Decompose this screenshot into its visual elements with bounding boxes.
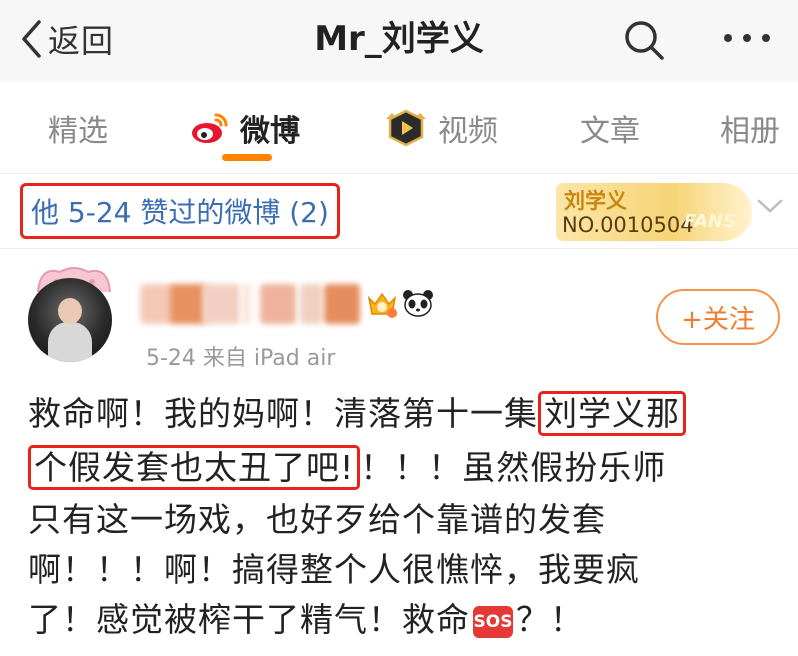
tab-weibo[interactable]: 微博 <box>190 104 300 152</box>
panda-icon <box>402 288 434 322</box>
top-nav-bar: 返回 Mr_刘学义 <box>0 0 798 82</box>
search-button[interactable] <box>622 18 666 66</box>
weibo-icon <box>192 113 228 143</box>
tab-articles[interactable]: 文章 <box>580 104 640 152</box>
post-line-2: 个假发套也太丑了吧! ！！！虽然假扮乐师 <box>28 445 667 490</box>
post-header: 5-24 来自 iPad air +关注 <box>0 250 798 380</box>
post-text: 救命啊！我的妈啊！清落第十一集 <box>28 394 538 433</box>
tab-label: 相册 <box>720 114 780 149</box>
post-line-5: 了！感觉被榨干了精气！救命 SOS？！ <box>28 598 584 642</box>
post-line-1: 救命啊！我的妈啊！清落第十一集 刘学义那 <box>28 391 686 436</box>
filter-bar: 他 5-24 赞过的微博 (2) 刘学义 NO.0010504 FANS <box>0 175 798 249</box>
search-icon <box>625 21 664 60</box>
tab-video[interactable]: 视频 <box>384 104 498 152</box>
highlighted-text: 刘学义那 <box>538 391 686 436</box>
follow-button[interactable]: +关注 <box>656 289 780 345</box>
post-text: 了！感觉被榨干了精气！救命 <box>28 600 470 639</box>
post-text: ！！！虽然假扮乐师 <box>360 448 667 487</box>
active-tab-indicator <box>222 154 272 161</box>
tab-label: 精选 <box>48 114 108 149</box>
post-content: 救命啊！我的妈啊！清落第十一集 刘学义那 个假发套也太丑了吧! ！！！虽然假扮乐师 … <box>0 380 798 656</box>
fans-badge[interactable]: 刘学义 NO.0010504 FANS <box>556 183 752 241</box>
username-blurred[interactable] <box>140 284 362 324</box>
video-play-icon <box>386 109 426 147</box>
post-line-4: 啊！！！啊！搞得整个人很憔悴，我要疯 <box>28 548 640 592</box>
filter-expand-button[interactable] <box>756 197 784 219</box>
page-title: Mr_刘学义 <box>314 19 484 59</box>
tab-label: 视频 <box>438 114 498 149</box>
fans-badge-number: NO.0010504 <box>562 213 694 237</box>
profile-tabs: 精选 微博 视频 文章 相册 <box>0 82 798 174</box>
highlighted-text: 个假发套也太丑了吧! <box>28 445 361 490</box>
post-text: 啊！！！啊！搞得整个人很憔悴，我要疯 <box>28 550 640 589</box>
fans-badge-name: 刘学义 <box>564 189 627 213</box>
post-meta: 5-24 来自 iPad air <box>146 346 336 371</box>
tab-featured[interactable]: 精选 <box>48 104 108 152</box>
chevron-down-icon <box>757 199 783 213</box>
tab-albums[interactable]: 相册 <box>720 104 780 152</box>
avatar[interactable] <box>28 262 120 362</box>
liked-posts-filter[interactable]: 他 5-24 赞过的微博 (2) <box>20 183 340 239</box>
avatar-photo <box>28 278 112 362</box>
vip-crown-icon[interactable] <box>366 288 398 322</box>
fans-badge-word: FANS <box>684 211 736 232</box>
post-line-3: 只有这一场戏，也好歹给个靠谱的发套 <box>28 498 606 542</box>
more-button[interactable] <box>722 28 772 52</box>
tab-label: 微博 <box>240 114 300 149</box>
sos-emoji-icon: SOS <box>473 605 513 638</box>
post-text: 只有这一场戏，也好歹给个靠谱的发套 <box>28 500 606 539</box>
tab-label: 文章 <box>580 114 640 149</box>
post-text: ？！ <box>516 600 584 639</box>
more-icon <box>724 34 770 42</box>
